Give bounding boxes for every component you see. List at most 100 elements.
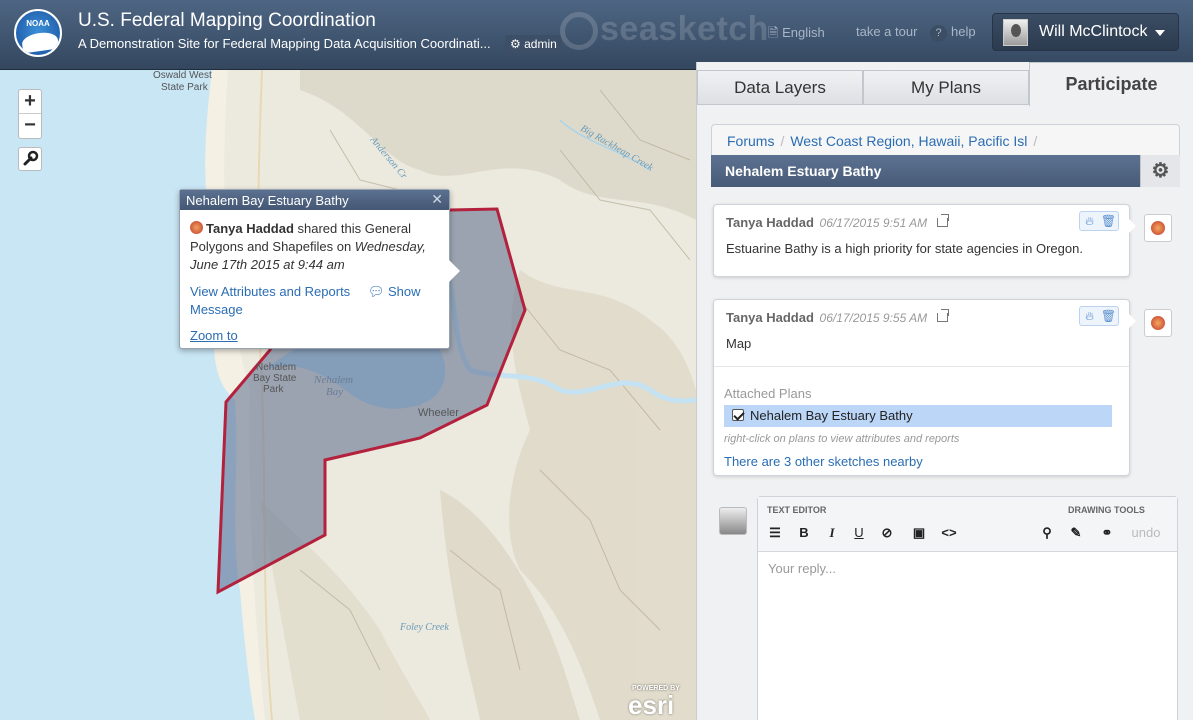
post-header: Tanya Haddad 06/17/2015 9:55 AM <box>726 309 949 325</box>
logo-text: NOAA <box>26 19 50 28</box>
bold-button[interactable]: B <box>793 525 815 543</box>
view-attributes-link[interactable]: View Attributes and Reports <box>190 284 350 299</box>
post-author: Tanya Haddad <box>726 215 814 230</box>
flame-icon[interactable]: 🔥︎ <box>1080 212 1099 230</box>
user-avatar <box>1003 19 1028 46</box>
seasketch-brand: seasketch <box>560 10 769 51</box>
post-header: Tanya Haddad 06/17/2015 9:51 AM <box>726 214 949 230</box>
popup-actions: View Attributes and Reports 💬︎ Show Mess… <box>190 283 439 319</box>
post-arrow <box>1129 314 1136 328</box>
language-icon: 🗎 <box>768 25 779 40</box>
post-tools: 🔥︎ 🗑︎ <box>1079 306 1119 326</box>
forum-post: Tanya Haddad 06/17/2015 9:51 AM 🔥︎ 🗑︎ Est… <box>713 204 1136 277</box>
close-icon[interactable]: ✕ <box>431 191 443 208</box>
app-header: NOAA U.S. Federal Mapping Coordination A… <box>0 0 1193 70</box>
image-icon[interactable]: ▣ <box>908 525 930 543</box>
attached-hint: right-click on plans to view attributes … <box>724 433 960 445</box>
reply-input[interactable]: Your reply... <box>768 561 836 576</box>
breadcrumb-forums[interactable]: Forums <box>727 133 774 149</box>
popup-author: Tanya Haddad <box>206 221 294 236</box>
post-date: 06/17/2015 9:55 AM <box>819 311 928 325</box>
avatar <box>719 507 747 535</box>
editor-toolbar: TEXT EDITOR DRAWING TOOLS ☰ B I U ⊘ ▣ <>… <box>758 497 1177 552</box>
zoom-in-button[interactable]: + <box>19 90 41 114</box>
link-icon[interactable]: ⊘ <box>876 525 898 543</box>
zoom-out-button[interactable]: − <box>19 114 41 138</box>
zoom-to-link[interactable]: Zoom to <box>190 328 238 343</box>
breadcrumb: Forums / West Coast Region, Hawaii, Pacifi… <box>711 124 1180 156</box>
comment-icon: 💬︎ <box>367 284 385 299</box>
drawing-tools-label: DRAWING TOOLS <box>1068 505 1145 515</box>
post-tools: 🔥︎ 🗑︎ <box>1079 211 1119 231</box>
share-icon[interactable] <box>936 309 949 322</box>
map-view[interactable]: Oswald West State Park Nehalem Bay State Pa… <box>0 70 696 720</box>
map-pin-icon[interactable]: ⚲ <box>1036 525 1058 543</box>
attached-plan-item[interactable]: Nehalem Bay Estuary Bathy <box>724 405 1112 427</box>
esri-logo[interactable]: esri <box>628 690 674 720</box>
popup-header: Nehalem Bay Estuary Bathy ✕ <box>180 190 449 210</box>
list-icon[interactable]: ☰ <box>764 525 786 543</box>
popup-body: Tanya Haddad shared this General Polygon… <box>180 210 449 345</box>
tab-participate[interactable]: Participate <box>1029 62 1193 106</box>
post-date: 06/17/2015 9:51 AM <box>819 216 928 230</box>
attached-plans-label: Attached Plans <box>724 386 812 401</box>
basemap: Oswald West State Park Nehalem Bay State Pa… <box>0 70 696 720</box>
attached-plans: Attached Plans Nehalem Bay Estuary Bathy… <box>714 366 1129 469</box>
help-label: help <box>951 24 976 39</box>
post-arrow <box>1129 219 1136 233</box>
admin-label: admin <box>524 37 557 51</box>
topic-title: Nehalem Estuary Bathy <box>725 163 882 179</box>
post-text: Map <box>726 336 752 351</box>
help-icon: ? <box>930 25 947 42</box>
reply-editor: TEXT EDITOR DRAWING TOOLS ☰ B I U ⊘ ▣ <>… <box>757 496 1178 720</box>
map-label-wheeler: Wheeler <box>418 407 459 419</box>
brand-text: seasketch <box>600 10 769 48</box>
flame-icon[interactable]: 🔥︎ <box>1080 307 1099 325</box>
underline-button[interactable]: U <box>848 525 870 543</box>
panel-tabs: Data Layers My Plans Participate <box>697 62 1193 106</box>
sketch-icon <box>190 221 203 234</box>
post-author: Tanya Haddad <box>726 310 814 325</box>
user-name: Will McClintock <box>1039 23 1148 40</box>
breadcrumb-region[interactable]: West Coast Region, Hawaii, Pacific Isl <box>790 133 1027 149</box>
logo-bird-icon <box>20 30 60 54</box>
user-menu-button[interactable]: Will McClintock <box>992 13 1179 51</box>
forum-post: Tanya Haddad 06/17/2015 9:55 AM 🔥︎ 🗑︎ Map… <box>713 299 1136 476</box>
map-label-foley: Foley Creek <box>399 622 449 633</box>
popup-message: Tanya Haddad shared this General Polygon… <box>190 220 439 274</box>
pencil-icon[interactable]: ✎ <box>1065 525 1087 543</box>
plan-checkbox[interactable] <box>732 409 744 421</box>
avatar[interactable] <box>1144 214 1172 242</box>
trash-icon[interactable]: 🗑︎ <box>1099 212 1118 230</box>
map-label-park: Oswald West State Park <box>153 70 212 93</box>
attach-icon[interactable]: ⚭ <box>1096 525 1118 543</box>
tab-data-layers[interactable]: Data Layers <box>697 70 863 105</box>
help-link[interactable]: ? help <box>930 24 976 42</box>
admin-button[interactable]: ⚙ admin <box>505 35 562 53</box>
avatar[interactable] <box>1144 309 1172 337</box>
wrench-icon <box>23 150 39 166</box>
site-title[interactable]: U.S. Federal Mapping Coordination <box>78 10 376 32</box>
tour-link[interactable]: take a tour <box>856 24 917 39</box>
share-icon[interactable] <box>936 214 949 227</box>
language-link[interactable]: 🗎 English <box>768 24 825 46</box>
italic-button[interactable]: I <box>821 525 843 543</box>
post-text: Estuarine Bathy is a high priority for s… <box>726 241 1083 256</box>
tab-my-plans[interactable]: My Plans <box>863 70 1029 105</box>
zoom-control: + − <box>18 89 42 139</box>
side-panel: Data Layers My Plans Participate Forums /… <box>696 62 1193 720</box>
gear-icon: ⚙ <box>510 37 521 51</box>
popup-title: Nehalem Bay Estuary Bathy <box>186 193 349 208</box>
noaa-logo[interactable]: NOAA <box>14 9 62 57</box>
site-subtitle: A Demonstration Site for Federal Mapping… <box>78 36 491 51</box>
undo-button[interactable]: undo <box>1128 525 1164 543</box>
trash-icon[interactable]: 🗑︎ <box>1099 307 1118 325</box>
topic-title-bar: Nehalem Estuary Bathy ⚙ <box>711 155 1180 187</box>
wrench-button[interactable] <box>18 147 42 171</box>
gear-icon[interactable]: ⚙ <box>1140 155 1180 187</box>
breadcrumb-separator: / <box>780 133 785 149</box>
nearby-sketches-link[interactable]: There are 3 other sketches nearby <box>724 454 923 469</box>
text-editor-label: TEXT EDITOR <box>767 505 827 515</box>
language-label: English <box>782 25 825 40</box>
code-icon[interactable]: <> <box>938 525 960 543</box>
